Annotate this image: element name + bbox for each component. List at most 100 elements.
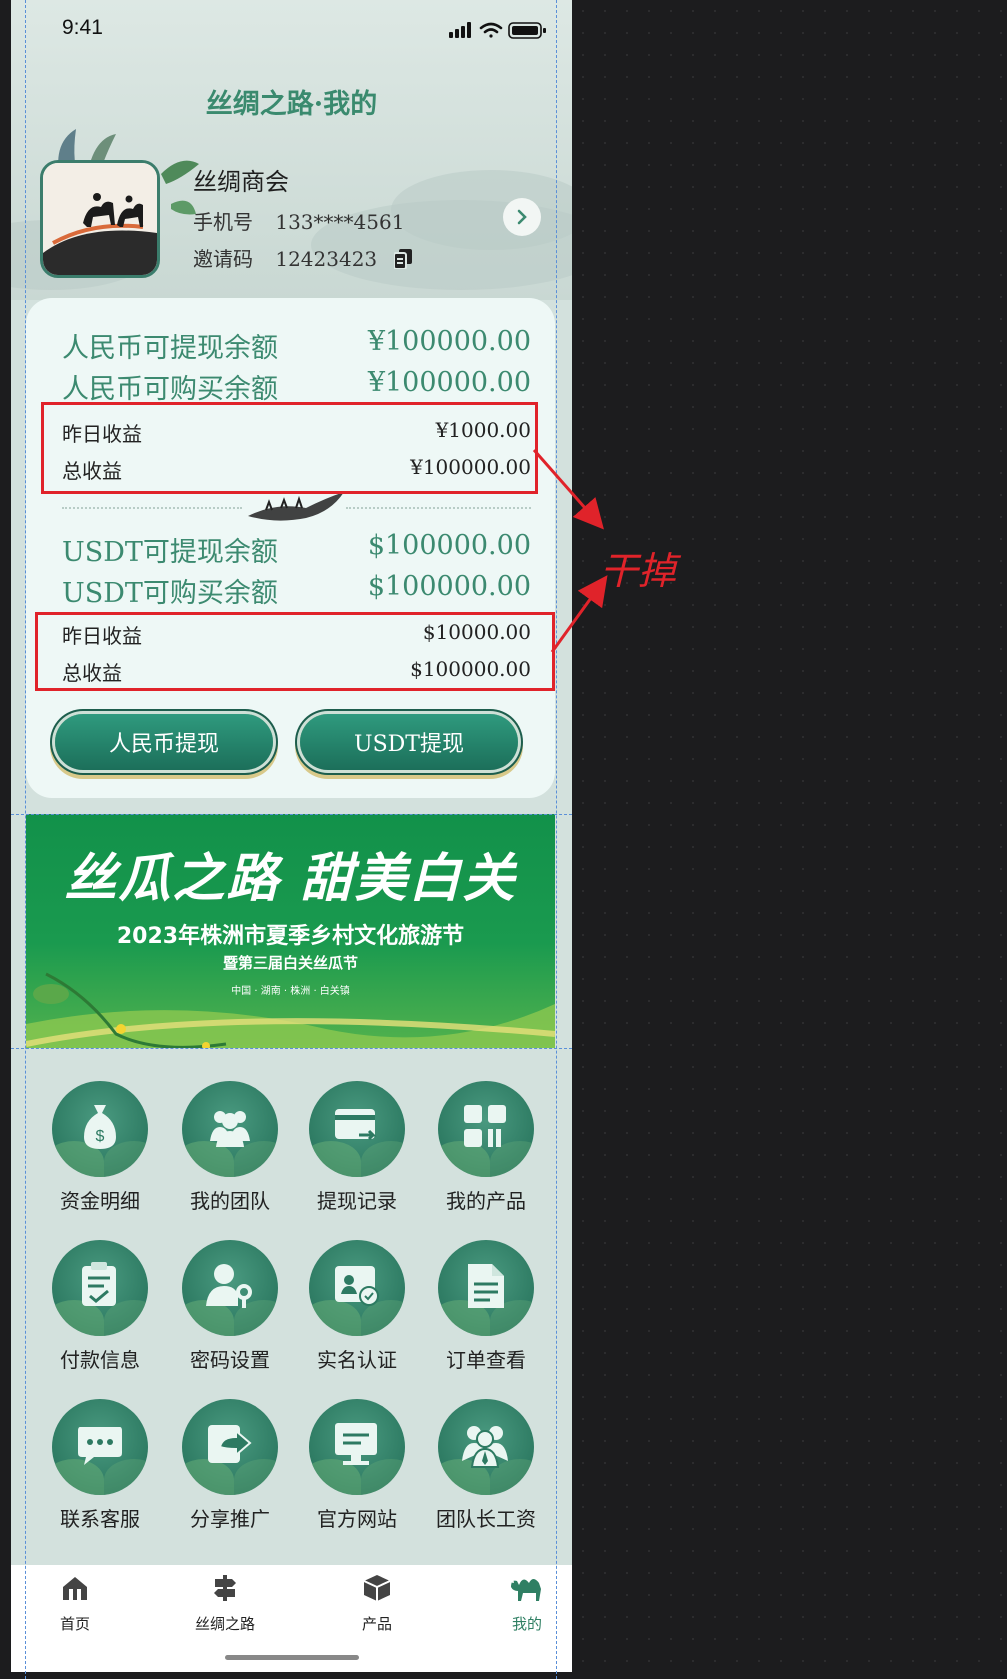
divider-right	[346, 507, 531, 509]
rmb-withdrawable-value: ¥100000.00	[367, 326, 531, 357]
menu-item-leader[interactable]: 团队长工资	[421, 1399, 551, 1549]
banner-title: 丝瓜之路 甜美白关	[64, 848, 517, 909]
usdt-withdrawable-value: $100000.00	[367, 530, 531, 561]
rmb-withdraw-button[interactable]: 人民币提现	[55, 714, 273, 770]
menu-label: 我的团队	[190, 1189, 270, 1213]
usdt-withdraw-button[interactable]: USDT提现	[300, 714, 518, 770]
invite-value: 12423423	[275, 247, 378, 271]
annotation-box-rmb-earnings	[41, 402, 538, 494]
promo-banner[interactable]: 丝瓜之路 甜美白关 2023年株洲市夏季乡村文化旅游节 暨第三届白关丝瓜节 中国…	[26, 814, 555, 1048]
tab-silk-road[interactable]: 丝绸之路	[165, 1573, 285, 1634]
menu-label: 资金明细	[60, 1189, 140, 1213]
rmb-purchasable-value: ¥100000.00	[367, 367, 531, 398]
withdraw-card-icon	[335, 1109, 377, 1141]
banner-subtitle: 2023年株洲市夏季乡村文化旅游节	[116, 924, 465, 949]
share-icon	[208, 1425, 252, 1463]
menu-icon-circle	[52, 1240, 148, 1336]
money-bag-icon: $	[84, 1105, 116, 1149]
invite-row: 邀请码 12423423	[193, 243, 412, 274]
menu-label: 团队长工资	[436, 1507, 536, 1531]
menu-label: 官方网站	[317, 1507, 397, 1531]
menu-icon-circle	[52, 1399, 148, 1495]
box-icon	[363, 1575, 391, 1601]
menu-item-share[interactable]: 分享推广	[165, 1399, 295, 1549]
monitor-icon	[335, 1423, 377, 1465]
menu-item-withdraw-card[interactable]: 提现记录	[292, 1081, 422, 1231]
phone-row: 手机号 133****4561	[193, 206, 404, 235]
user-key-icon	[206, 1264, 252, 1308]
menu-label: 我的产品	[446, 1189, 526, 1213]
menu-icon-circle	[309, 1399, 405, 1495]
svg-text:$: $	[96, 1128, 105, 1145]
signal-icon	[449, 22, 471, 38]
menu-icon-circle	[309, 1240, 405, 1336]
menu-item-products-grid[interactable]: 我的产品	[421, 1081, 551, 1231]
phone-screen: 9:41 丝绸之路·我的 丝绸商会 手机号 133****4561 邀请码 12…	[11, 0, 572, 1672]
tab-products[interactable]: 产品	[317, 1573, 437, 1634]
tab-home[interactable]: 首页	[15, 1573, 135, 1634]
menu-label: 订单查看	[446, 1348, 526, 1372]
profile-chevron-button[interactable]	[503, 198, 541, 236]
menu-icon-circle	[438, 1240, 534, 1336]
menu-item-document[interactable]: 订单查看	[421, 1240, 551, 1390]
id-card-icon	[335, 1266, 379, 1306]
home-indicator	[225, 1655, 359, 1660]
avatar[interactable]	[40, 160, 160, 278]
status-icons	[449, 20, 549, 44]
divider-left	[62, 507, 242, 509]
menu-icon-circle	[182, 1081, 278, 1177]
menu-icon-circle	[438, 1081, 534, 1177]
annotation-arrows	[532, 449, 608, 653]
battery-icon	[508, 22, 546, 39]
canvas-background	[572, 0, 1007, 1679]
invite-label: 邀请码	[193, 247, 253, 271]
annotation-text: 干掉	[600, 549, 677, 593]
menu-icon-circle	[438, 1399, 534, 1495]
products-grid-icon	[464, 1105, 506, 1147]
menu-item-money-bag[interactable]: $ 资金明细	[35, 1081, 165, 1231]
wifi-icon	[479, 22, 503, 38]
banner-location: 中国 · 湖南 · 株洲 · 白关镇	[231, 986, 350, 997]
phone-label: 手机号	[193, 210, 253, 234]
menu-icon-circle	[182, 1399, 278, 1495]
guide-line	[25, 0, 26, 1679]
guide-line	[11, 1048, 572, 1049]
usdt-purchasable-value: $100000.00	[367, 571, 531, 602]
rmb-purchasable-label: 人民币可购买余额	[62, 374, 278, 405]
document-icon	[468, 1264, 504, 1308]
menu-item-user-key[interactable]: 密码设置	[165, 1240, 295, 1390]
status-time: 9:41	[62, 16, 103, 39]
tab-label: 首页	[59, 1615, 90, 1633]
leader-icon	[462, 1426, 508, 1468]
menu-label: 付款信息	[60, 1348, 140, 1372]
menu-item-team[interactable]: 我的团队	[165, 1081, 295, 1231]
menu-label: 实名认证	[317, 1348, 397, 1372]
signpost-icon	[214, 1575, 236, 1601]
menu-item-chat-bubble[interactable]: 联系客服	[35, 1399, 165, 1549]
tab-label: 产品	[361, 1615, 392, 1633]
annotation-box-usdt-earnings	[35, 612, 555, 691]
home-icon	[63, 1577, 87, 1600]
user-name: 丝绸商会	[193, 168, 289, 196]
team-icon	[210, 1111, 250, 1147]
camel-icon	[511, 1579, 541, 1601]
menu-label: 提现记录	[317, 1189, 397, 1213]
menu-icon-circle: $	[52, 1081, 148, 1177]
menu-item-id-card[interactable]: 实名认证	[292, 1240, 422, 1390]
page-title: 丝绸之路·我的	[205, 89, 378, 120]
menu-icon-circle	[309, 1081, 405, 1177]
menu-item-monitor[interactable]: 官方网站	[292, 1399, 422, 1549]
copy-icon[interactable]	[392, 249, 412, 274]
phone-value: 133****4561	[275, 210, 405, 234]
guide-line	[11, 814, 572, 815]
menu-item-clipboard-check[interactable]: 付款信息	[35, 1240, 165, 1390]
menu-icon-circle	[182, 1240, 278, 1336]
guide-line	[556, 0, 557, 1679]
clipboard-check-icon	[82, 1262, 116, 1306]
menu-label: 密码设置	[190, 1348, 270, 1372]
menu-label: 联系客服	[60, 1507, 140, 1531]
usdt-withdrawable-label: USDT可提现余额	[62, 537, 278, 568]
menu-label: 分享推广	[190, 1507, 270, 1531]
banner-subtitle-2: 暨第三届白关丝瓜节	[222, 954, 358, 972]
chevron-right-icon	[517, 209, 527, 225]
